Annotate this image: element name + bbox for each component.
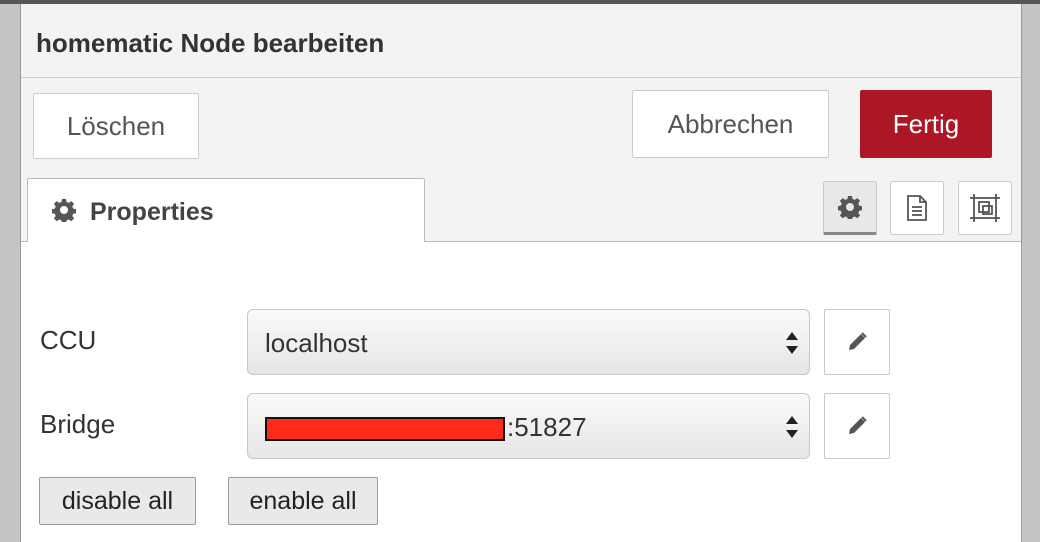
right-background-strip bbox=[1021, 4, 1040, 542]
bridge-port: :51827 bbox=[507, 412, 587, 442]
node-properties-tab-button[interactable] bbox=[823, 181, 877, 235]
tab-properties[interactable]: Properties bbox=[27, 178, 425, 242]
document-icon bbox=[907, 195, 927, 221]
bridge-select[interactable]: :51827 bbox=[247, 393, 810, 459]
pencil-icon bbox=[849, 416, 867, 434]
enable-all-button[interactable]: enable all bbox=[228, 477, 378, 525]
tab-properties-label: Properties bbox=[90, 198, 214, 226]
edit-ccu-button[interactable] bbox=[824, 309, 890, 375]
edit-bridge-button[interactable] bbox=[824, 393, 890, 459]
pencil-icon bbox=[849, 332, 867, 350]
ccu-label: CCU bbox=[40, 325, 97, 355]
tab-bar: Properties bbox=[21, 178, 1021, 242]
select-arrows-icon bbox=[786, 332, 798, 354]
frame-icon bbox=[970, 194, 1000, 222]
appearance-tab-button[interactable] bbox=[958, 181, 1012, 235]
dialog-header: homematic Node bearbeiten bbox=[21, 4, 1021, 78]
disable-all-button[interactable]: disable all bbox=[39, 477, 196, 525]
gear-icon bbox=[52, 199, 76, 222]
redacted-hostname bbox=[265, 417, 505, 442]
select-arrows-icon bbox=[786, 416, 798, 438]
delete-button[interactable]: Löschen bbox=[33, 93, 199, 159]
gear-icon bbox=[838, 196, 862, 219]
cancel-button[interactable]: Abbrechen bbox=[632, 90, 829, 158]
description-tab-button[interactable] bbox=[890, 181, 944, 235]
left-background-strip bbox=[0, 4, 21, 542]
dialog-title: homematic Node bearbeiten bbox=[36, 28, 385, 58]
done-button[interactable]: Fertig bbox=[860, 90, 992, 158]
ccu-select-value: localhost bbox=[265, 328, 368, 358]
ccu-select[interactable]: localhost bbox=[247, 309, 810, 375]
edit-dialog: homematic Node bearbeiten Löschen Abbrec… bbox=[21, 4, 1021, 542]
bridge-label: Bridge bbox=[40, 409, 116, 439]
